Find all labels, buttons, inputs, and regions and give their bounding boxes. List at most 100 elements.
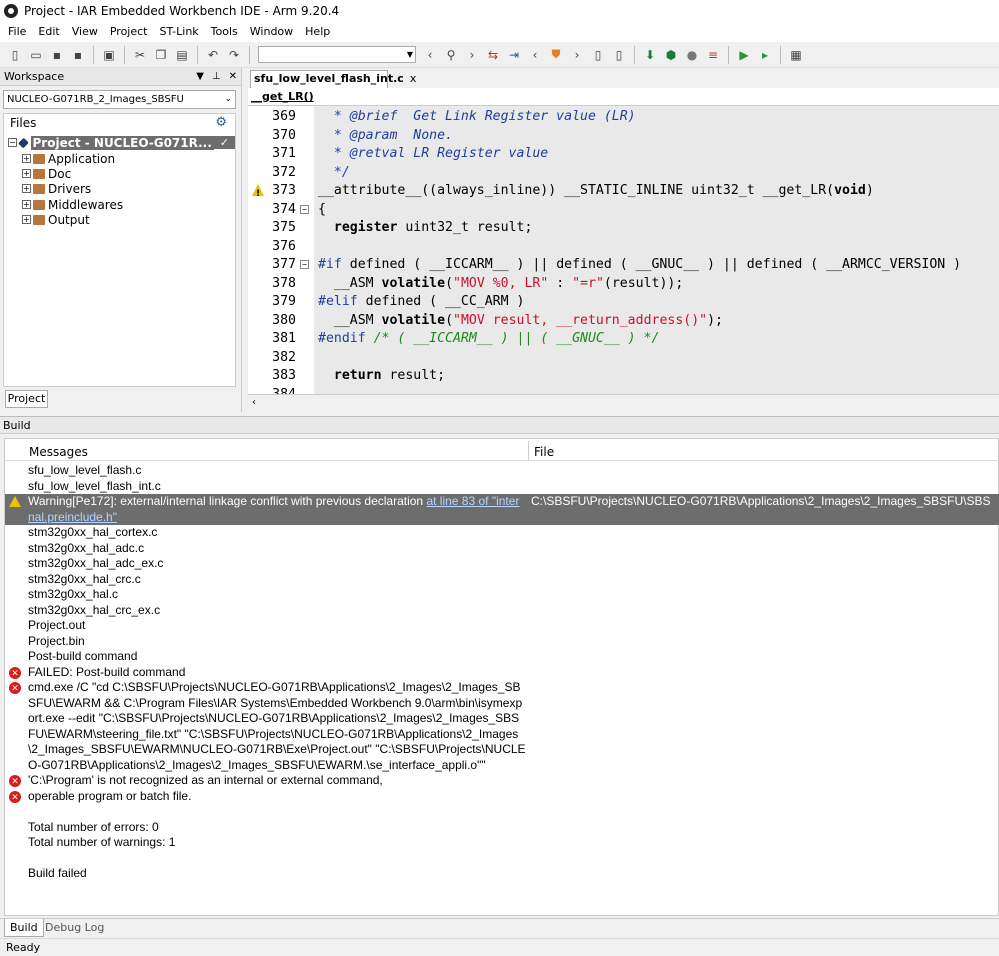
tree-folder[interactable]: + Application (22, 151, 115, 166)
tab-project[interactable]: Project (5, 390, 48, 408)
next-icon[interactable]: › (568, 46, 586, 64)
expand-icon[interactable]: + (22, 154, 31, 163)
editor-tab[interactable]: sfu_low_level_flash_int.c x (250, 70, 416, 88)
code-line[interactable]: 378 __ASM volatile("MOV %0, LR" : "=r"(r… (248, 275, 999, 293)
new-file-icon[interactable]: ▯ (6, 46, 24, 64)
collapse-icon[interactable]: − (8, 138, 17, 147)
menu-st-link[interactable]: ST-Link (153, 22, 204, 42)
tree-folder[interactable]: + Output (22, 212, 90, 227)
menu-view[interactable]: View (66, 22, 104, 42)
print-icon[interactable]: ▣ (100, 46, 118, 64)
message-row[interactable]: stm32g0xx_hal_crc_ex.c (5, 603, 999, 619)
breakpoint-icon[interactable]: ● (683, 46, 701, 64)
tree-folder[interactable]: + Drivers (22, 181, 91, 196)
code-line[interactable]: 375 register uint32_t result; (248, 219, 999, 237)
message-row[interactable]: Project.bin (5, 634, 999, 650)
code-line[interactable]: 382 (248, 349, 999, 367)
redo-icon[interactable]: ↷ (225, 46, 243, 64)
close-icon[interactable]: ✕ (229, 71, 237, 82)
fold-icon[interactable]: − (300, 260, 309, 269)
menu-edit[interactable]: Edit (32, 22, 65, 42)
error-message-row[interactable]: 'C:\Program' is not recognized as an int… (5, 773, 999, 789)
expand-icon[interactable]: + (22, 184, 31, 193)
code-area[interactable]: 369 * @brief Get Link Register value (LR… (248, 106, 999, 394)
code-line[interactable]: 371 * @retval LR Register value (248, 145, 999, 163)
message-row[interactable]: stm32g0xx_hal.c (5, 587, 999, 603)
code-line[interactable]: 383 return result; (248, 367, 999, 385)
file-next-icon[interactable]: ▯ (610, 46, 628, 64)
tab-debug-log[interactable]: Debug Log (40, 919, 109, 937)
expand-icon[interactable]: + (22, 215, 31, 224)
message-row[interactable] (5, 851, 999, 867)
tab-build[interactable]: Build (4, 919, 44, 937)
open-icon[interactable]: ▭ (27, 46, 45, 64)
prev-icon[interactable]: ‹ (526, 46, 544, 64)
next-bookmark-icon[interactable]: ⇥ (505, 46, 523, 64)
error-message-row[interactable]: operable program or batch file. ✕ (5, 789, 999, 805)
undo-icon[interactable]: ↶ (204, 46, 222, 64)
expand-icon[interactable]: + (22, 200, 31, 209)
forward-icon[interactable]: › (463, 46, 481, 64)
message-row[interactable]: stm32g0xx_hal_crc.c (5, 572, 999, 588)
tree-project[interactable]: − Project - NUCLEO-G071R... ✓ (8, 135, 235, 150)
menu-window[interactable]: Window (244, 22, 299, 42)
function-navigator[interactable]: __get_LR() (248, 88, 999, 106)
run-icon[interactable]: ▶ (735, 46, 753, 64)
column-header-messages[interactable]: Messages (5, 441, 529, 461)
horizontal-scrollbar[interactable]: ‹ (248, 394, 999, 410)
code-line[interactable]: 379 #elif defined ( __CC_ARM ) (248, 293, 999, 311)
error-message-row[interactable]: cmd.exe /C "cd C:\SBSFU\Projects\NUCLEO-… (5, 680, 999, 773)
make-icon[interactable]: ≡ (704, 46, 722, 64)
message-row[interactable] (5, 804, 999, 820)
expand-icon[interactable]: + (22, 169, 31, 178)
message-row[interactable]: stm32g0xx_hal_adc.c (5, 541, 999, 557)
file-prev-icon[interactable]: ▯ (589, 46, 607, 64)
search-icon[interactable]: ⚲ (442, 46, 460, 64)
code-line[interactable]: 370 * @param None. (248, 127, 999, 145)
message-row[interactable]: Total number of errors: 0 (5, 820, 999, 836)
run-dropdown-icon[interactable]: ▸ (756, 46, 774, 64)
menu-file[interactable]: File (2, 22, 32, 42)
code-line[interactable]: 377− #if defined ( __ICCARM__ ) || define… (248, 256, 999, 274)
code-line[interactable]: 372 */ (248, 164, 999, 182)
cut-icon[interactable]: ✂ (131, 46, 149, 64)
download-icon[interactable]: ⬇ (641, 46, 659, 64)
paste-icon[interactable]: ▤ (173, 46, 191, 64)
message-row[interactable]: Project.out (5, 618, 999, 634)
code-line[interactable]: 373 __attribute__((always_inline)) __STAT… (248, 182, 999, 203)
toggle-bookmark-icon[interactable]: ⇆ (484, 46, 502, 64)
close-icon[interactable]: x (410, 72, 417, 85)
gear-icon[interactable]: ⚙ (215, 114, 227, 132)
back-icon[interactable]: ‹ (421, 46, 439, 64)
dropdown-icon[interactable]: ▼ (196, 71, 204, 82)
message-row[interactable]: sfu_low_level_flash_int.c (5, 479, 999, 495)
configuration-select[interactable]: NUCLEO-G071RB_2_Images_SBSFU ⌄ (3, 90, 236, 109)
warning-message-row[interactable]: Warning[Pe172]: external/internal linkag… (5, 494, 999, 525)
shield-icon[interactable]: ⛊ (547, 46, 565, 64)
code-line[interactable]: 376 (248, 238, 999, 256)
pin-icon[interactable]: ⊥ (212, 71, 221, 82)
message-row[interactable]: stm32g0xx_hal_adc_ex.c (5, 556, 999, 572)
menu-help[interactable]: Help (299, 22, 336, 42)
save-all-icon[interactable]: ▪ (69, 46, 87, 64)
message-row[interactable]: Post-build command (5, 649, 999, 665)
code-line[interactable]: 380 __ASM volatile("MOV result, __return… (248, 312, 999, 330)
message-row[interactable]: Total number of warnings: 1 (5, 835, 999, 851)
copy-icon[interactable]: ❐ (152, 46, 170, 64)
code-line[interactable]: 384 (248, 386, 999, 395)
code-line[interactable]: 369 * @brief Get Link Register value (LR… (248, 108, 999, 126)
message-row[interactable]: stm32g0xx_hal_cortex.c (5, 525, 999, 541)
tree-folder[interactable]: + Middlewares (22, 197, 123, 212)
menu-project[interactable]: Project (104, 22, 154, 42)
message-row[interactable]: sfu_low_level_flash.c (5, 463, 999, 479)
find-combo[interactable]: ▼ (258, 46, 416, 63)
error-message-row[interactable]: FAILED: Post-build command ✕ (5, 665, 999, 681)
code-line[interactable]: 381 #endif /* ( __ICCARM__ ) || ( __GNUC_… (248, 330, 999, 348)
column-header-file[interactable]: File (529, 441, 999, 461)
fold-icon[interactable]: − (300, 204, 309, 214)
tree-folder[interactable]: + Doc (22, 166, 71, 181)
code-line[interactable]: 374−{ (248, 201, 999, 219)
message-row[interactable]: Build failed (5, 866, 999, 882)
declaration-link[interactable]: at line 83 of "internal.preinclude.h" (28, 494, 519, 524)
stack-icon[interactable]: ▦ (787, 46, 805, 64)
